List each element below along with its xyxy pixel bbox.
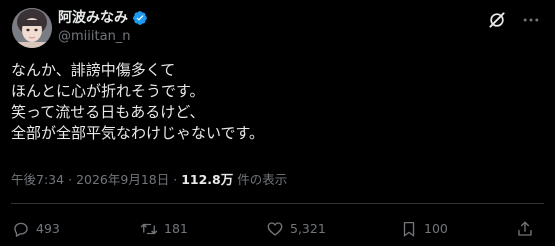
repost-button[interactable]: 181 [140, 218, 188, 240]
post-meta: 午後7:34 · 2026年9月18日 · 112.8万 件の表示 [11, 172, 287, 188]
reply-button[interactable]: 493 [12, 218, 60, 240]
author-name-row: 阿波みなみ [58, 9, 148, 27]
top-actions [487, 10, 541, 30]
grok-icon[interactable] [487, 10, 507, 30]
bookmark-icon [403, 221, 415, 237]
bookmark-count: 100 [424, 221, 448, 236]
post-text: なんか、誹謗中傷多くて ほんとに心が折れそうです。 笑って流せる日もあるけど、 … [11, 60, 531, 144]
avatar-photo [12, 8, 52, 48]
verified-badge-icon [133, 11, 147, 25]
reply-icon [14, 222, 28, 237]
views-label: 件の表示 [237, 172, 288, 187]
like-icon [267, 222, 283, 236]
more-icon[interactable] [521, 10, 541, 30]
meta-separator: · [68, 172, 73, 187]
post-time[interactable]: 午後7:34 [11, 172, 64, 188]
share-icon [518, 221, 532, 236]
post-date[interactable]: 2026年9月18日 [76, 172, 169, 188]
meta-separator: · [173, 172, 178, 187]
post-text-line: 笑って流せる日もあるけど、 [11, 103, 205, 121]
divider [11, 203, 544, 204]
views-count: 112.8万 [181, 172, 234, 187]
author-display-name[interactable]: 阿波みなみ [58, 9, 128, 27]
avatar[interactable] [12, 8, 52, 48]
like-button[interactable]: 5,321 [266, 218, 326, 240]
author-handle[interactable]: @miiitan_n [58, 29, 131, 45]
share-button[interactable] [516, 218, 534, 240]
repost-icon [140, 223, 158, 235]
post-text-line: 全部が全部平気なわけじゃないです。 [11, 124, 265, 142]
action-bar: 493 181 5,321 100 [12, 218, 542, 240]
post-text-line: なんか、誹謗中傷多くて [11, 61, 176, 79]
reply-count: 493 [36, 221, 60, 236]
repost-count: 181 [164, 221, 188, 236]
post-text-line: ほんとに心が折れそうです。 [11, 82, 205, 100]
post-card: 阿波みなみ @miiitan_n なんか、誹謗中傷多くて ほんとに心が折れそうで… [0, 0, 555, 246]
like-count: 5,321 [290, 221, 326, 236]
bookmark-button[interactable]: 100 [400, 218, 448, 240]
